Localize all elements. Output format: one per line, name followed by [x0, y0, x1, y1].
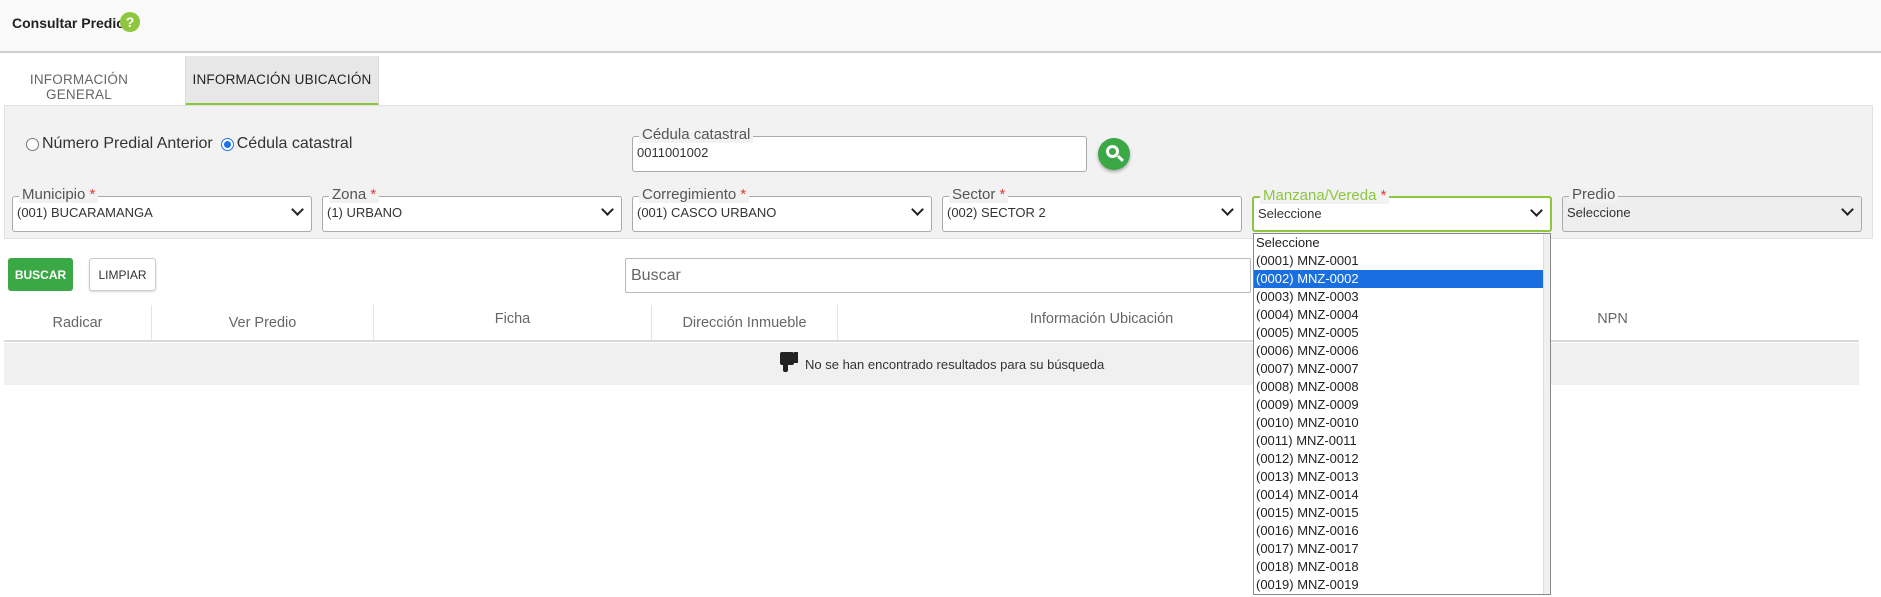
- cedula-catastral-field[interactable]: Cédula catastral 0011001002: [632, 127, 1087, 172]
- municipio-select[interactable]: Municipio * (001) BUCARAMANGA: [12, 187, 312, 232]
- dropdown-option[interactable]: (0003) MNZ-0003: [1254, 288, 1544, 306]
- select-value: (1) URBANO: [327, 205, 403, 220]
- column-header-ver-predio[interactable]: Ver Predio: [152, 305, 374, 340]
- buscar-button[interactable]: BUSCAR: [8, 258, 73, 291]
- dropdown-option[interactable]: (0015) MNZ-0015: [1254, 504, 1544, 522]
- search-mode-radio-group: Número Predial Anterior Cédula catastral: [26, 135, 360, 153]
- field-legend: Predio: [1572, 186, 1616, 203]
- field-legend: Manzana/Vereda: [1263, 187, 1377, 204]
- tab-informacion-general[interactable]: INFORMACIÓN GENERAL: [4, 56, 154, 106]
- manzana-vereda-select[interactable]: Manzana/Vereda * Seleccione: [1252, 188, 1552, 232]
- field-legend: Municipio: [22, 186, 86, 203]
- field-legend: Sector: [952, 186, 996, 203]
- search-input[interactable]: [625, 258, 1251, 293]
- select-value: Seleccione: [1567, 205, 1631, 220]
- dropdown-option[interactable]: (0014) MNZ-0014: [1254, 486, 1544, 504]
- dropdown-option[interactable]: (0005) MNZ-0005: [1254, 324, 1544, 342]
- dropdown-option[interactable]: (0012) MNZ-0012: [1254, 450, 1544, 468]
- header-bar: Consultar Predio ?: [0, 0, 1881, 53]
- empty-results-message: No se han encontrado resultados para su …: [776, 352, 1104, 372]
- zona-select[interactable]: Zona * (1) URBANO: [322, 187, 622, 232]
- dropdown-option[interactable]: (0006) MNZ-0006: [1254, 342, 1544, 360]
- radio-numero-predial-anterior[interactable]: [26, 137, 39, 151]
- limpiar-button[interactable]: LIMPIAR: [89, 258, 156, 291]
- column-header-direccion-inmueble[interactable]: Dirección Inmueble: [652, 305, 838, 340]
- corregimiento-select[interactable]: Corregimiento * (001) CASCO URBANO: [632, 187, 932, 232]
- dropdown-option[interactable]: (0004) MNZ-0004: [1254, 306, 1544, 324]
- dropdown-option[interactable]: (0001) MNZ-0001: [1254, 252, 1544, 270]
- dropdown-option[interactable]: (0009) MNZ-0009: [1254, 396, 1544, 414]
- dropdown-option[interactable]: (0017) MNZ-0017: [1254, 540, 1544, 558]
- results-table-header: Radicar Ver Predio Ficha Dirección Inmue…: [4, 305, 1859, 342]
- column-header-ficha[interactable]: Ficha: [374, 305, 652, 340]
- page-title: Consultar Predio: [12, 15, 125, 31]
- help-icon[interactable]: ?: [120, 12, 140, 32]
- select-value: (002) SECTOR 2: [947, 205, 1046, 220]
- dropdown-option[interactable]: (0016) MNZ-0016: [1254, 522, 1544, 540]
- radio-label: Cédula catastral: [236, 135, 353, 152]
- dropdown-option[interactable]: (0019) MNZ-0019: [1254, 576, 1544, 594]
- dropdown-option[interactable]: (0010) MNZ-0010: [1254, 414, 1544, 432]
- predio-select[interactable]: Predio Seleccione: [1562, 187, 1862, 232]
- chevron-down-icon: [1841, 205, 1855, 219]
- sector-select[interactable]: Sector * (002) SECTOR 2: [942, 187, 1242, 232]
- column-header-radicar[interactable]: Radicar: [4, 305, 152, 340]
- dropdown-option[interactable]: (0013) MNZ-0013: [1254, 468, 1544, 486]
- search-cedula-button[interactable]: [1098, 138, 1130, 170]
- chevron-down-icon: [601, 205, 615, 219]
- select-value: (001) BUCARAMANGA: [17, 205, 153, 220]
- radio-label: Número Predial Anterior: [42, 135, 213, 152]
- chevron-down-icon: [911, 205, 925, 219]
- dropdown-option[interactable]: (0002) MNZ-0002: [1254, 270, 1544, 288]
- chevron-down-icon: [1221, 205, 1235, 219]
- tab-informacion-ubicacion[interactable]: INFORMACIÓN UBICACIÓN: [185, 56, 379, 106]
- dropdown-scrollbar[interactable]: [1543, 234, 1550, 594]
- cedula-catastral-input[interactable]: 0011001002: [637, 145, 708, 160]
- chevron-down-icon: [291, 205, 305, 219]
- dropdown-option[interactable]: (0008) MNZ-0008: [1254, 378, 1544, 396]
- field-legend: Corregimiento: [642, 186, 737, 203]
- thumbs-down-icon: [776, 352, 798, 372]
- select-value: (001) CASCO URBANO: [637, 205, 777, 220]
- dropdown-option[interactable]: Seleccione: [1254, 234, 1544, 252]
- dropdown-option[interactable]: (0007) MNZ-0007: [1254, 360, 1544, 378]
- select-value: Seleccione: [1258, 206, 1322, 221]
- field-legend: Cédula catastral: [639, 127, 754, 143]
- field-legend: Zona: [332, 186, 367, 203]
- empty-message-text: No se han encontrado resultados para su …: [805, 357, 1105, 372]
- dropdown-option[interactable]: (0018) MNZ-0018: [1254, 558, 1544, 576]
- manzana-vereda-dropdown-list[interactable]: Seleccione (0001) MNZ-0001 (0002) MNZ-0002…: [1253, 233, 1551, 595]
- radio-cedula-catastral[interactable]: [220, 137, 234, 151]
- chevron-down-icon: [1530, 206, 1544, 220]
- dropdown-option[interactable]: (0011) MNZ-0011: [1254, 432, 1544, 450]
